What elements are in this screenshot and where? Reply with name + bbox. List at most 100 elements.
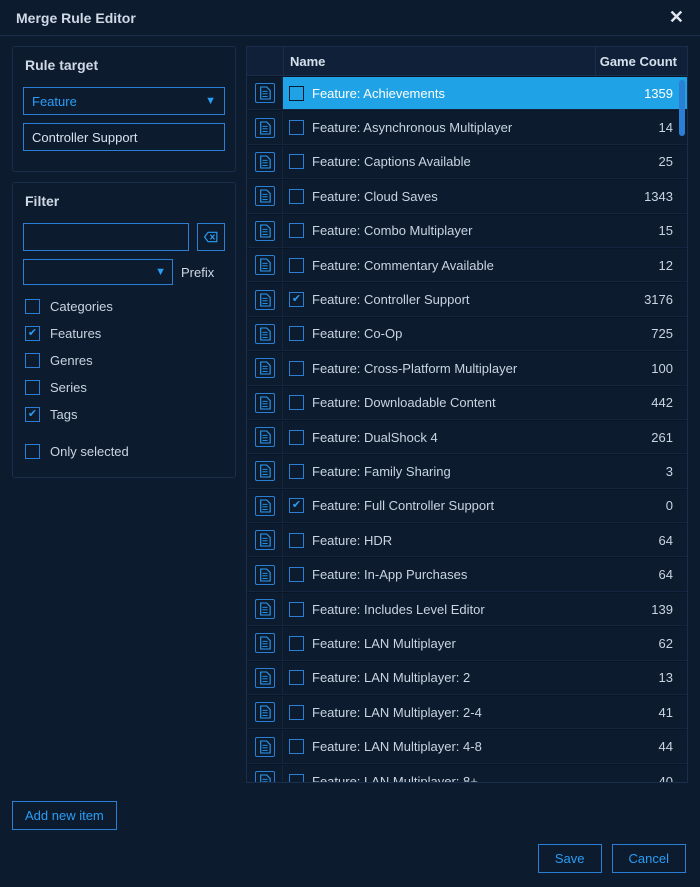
row-edit-button[interactable] — [255, 633, 275, 653]
scrollbar[interactable] — [679, 78, 685, 783]
column-header-count[interactable]: Game Count — [595, 47, 687, 75]
row-checkbox[interactable] — [289, 636, 304, 651]
row-checkbox[interactable] — [289, 326, 304, 341]
row-checkbox[interactable] — [289, 602, 304, 617]
page-icon — [259, 499, 271, 513]
table-row[interactable]: Feature: Combo Multiplayer15 — [247, 214, 687, 248]
row-name: Feature: LAN Multiplayer: 4-8 — [304, 739, 595, 754]
page-icon — [259, 224, 271, 238]
titlebar: Merge Rule Editor ✕ — [0, 0, 700, 36]
row-name: Feature: Commentary Available — [304, 258, 595, 273]
table-row[interactable]: Feature: Cloud Saves1343 — [247, 179, 687, 213]
column-header-name[interactable]: Name — [283, 47, 595, 75]
table-row[interactable]: Feature: Achievements1359 — [247, 76, 687, 110]
checkbox-icon — [25, 407, 40, 422]
row-checkbox[interactable] — [289, 189, 304, 204]
row-checkbox[interactable] — [289, 120, 304, 135]
row-checkbox[interactable] — [289, 533, 304, 548]
table-row[interactable]: Feature: LAN Multiplayer: 213 — [247, 661, 687, 695]
filter-check-genres[interactable]: Genres — [13, 347, 235, 374]
row-edit-button[interactable] — [255, 737, 275, 757]
row-checkbox[interactable] — [289, 705, 304, 720]
page-icon — [259, 189, 271, 203]
row-edit-button[interactable] — [255, 565, 275, 585]
row-edit-button[interactable] — [255, 530, 275, 550]
table-row[interactable]: Feature: LAN Multiplayer: 2-441 — [247, 695, 687, 729]
table-row[interactable]: Feature: Includes Level Editor139 — [247, 592, 687, 626]
table-row[interactable]: Feature: Downloadable Content442 — [247, 386, 687, 420]
row-count: 100 — [595, 361, 687, 376]
row-checkbox[interactable] — [289, 395, 304, 410]
filter-check-categories[interactable]: Categories — [13, 293, 235, 320]
row-edit-button[interactable] — [255, 83, 275, 103]
row-count: 14 — [595, 120, 687, 135]
page-icon — [259, 636, 271, 650]
scrollbar-thumb[interactable] — [679, 80, 685, 136]
row-checkbox[interactable] — [289, 86, 304, 101]
row-checkbox[interactable] — [289, 223, 304, 238]
filter-check-series[interactable]: Series — [13, 374, 235, 401]
table-row[interactable]: Feature: Captions Available25 — [247, 145, 687, 179]
row-edit-button[interactable] — [255, 427, 275, 447]
table-row[interactable]: Feature: Controller Support3176 — [247, 282, 687, 316]
table-row[interactable]: Feature: DualShock 4261 — [247, 420, 687, 454]
row-edit-button[interactable] — [255, 358, 275, 378]
table-row[interactable]: Feature: Family Sharing3 — [247, 454, 687, 488]
table-row[interactable]: Feature: Cross-Platform Multiplayer100 — [247, 351, 687, 385]
row-checkbox[interactable] — [289, 361, 304, 376]
row-checkbox[interactable] — [289, 464, 304, 479]
table-body[interactable]: Feature: Achievements1359Feature: Asynch… — [246, 76, 688, 783]
table-row[interactable]: Feature: Commentary Available12 — [247, 248, 687, 282]
filter-prefix-select[interactable]: ▼ — [23, 259, 173, 285]
row-edit-button[interactable] — [255, 221, 275, 241]
filter-check-tags[interactable]: Tags — [13, 401, 235, 428]
close-icon[interactable]: ✕ — [665, 5, 688, 30]
row-checkbox[interactable] — [289, 567, 304, 582]
clear-filter-button[interactable] — [197, 223, 225, 251]
table-row[interactable]: Feature: HDR64 — [247, 523, 687, 557]
row-edit-button[interactable] — [255, 702, 275, 722]
add-new-item-button[interactable]: Add new item — [12, 801, 117, 830]
table-row[interactable]: Feature: Full Controller Support0 — [247, 489, 687, 523]
page-icon — [259, 86, 271, 100]
row-checkbox[interactable] — [289, 774, 304, 784]
row-edit-button[interactable] — [255, 668, 275, 688]
cancel-button[interactable]: Cancel — [612, 844, 686, 873]
row-checkbox[interactable] — [289, 292, 304, 307]
row-edit-button[interactable] — [255, 771, 275, 783]
row-edit-button[interactable] — [255, 255, 275, 275]
row-name: Feature: In-App Purchases — [304, 567, 595, 582]
table-row[interactable]: Feature: LAN Multiplayer: 8+40 — [247, 764, 687, 783]
row-edit-button[interactable] — [255, 152, 275, 172]
row-edit-button[interactable] — [255, 290, 275, 310]
row-checkbox[interactable] — [289, 258, 304, 273]
row-edit-button[interactable] — [255, 461, 275, 481]
rule-target-value-input[interactable]: Controller Support — [23, 123, 225, 151]
row-edit-button[interactable] — [255, 599, 275, 619]
row-checkbox[interactable] — [289, 498, 304, 513]
row-edit-button[interactable] — [255, 324, 275, 344]
row-checkbox[interactable] — [289, 154, 304, 169]
save-button[interactable]: Save — [538, 844, 602, 873]
rule-target-type-select[interactable]: Feature ▼ — [23, 87, 225, 115]
row-checkbox[interactable] — [289, 670, 304, 685]
row-edit-button[interactable] — [255, 496, 275, 516]
table-row[interactable]: Feature: LAN Multiplayer: 4-844 — [247, 729, 687, 763]
right-panel: Name Game Count Feature: Achievements135… — [246, 46, 688, 783]
filter-search-input[interactable] — [23, 223, 189, 251]
row-edit-button[interactable] — [255, 118, 275, 138]
table-row[interactable]: Feature: Asynchronous Multiplayer14 — [247, 110, 687, 144]
table-row[interactable]: Feature: LAN Multiplayer62 — [247, 626, 687, 660]
checkbox-icon — [25, 353, 40, 368]
page-icon — [259, 705, 271, 719]
row-checkbox[interactable] — [289, 739, 304, 754]
table-row[interactable]: Feature: Co-Op725 — [247, 317, 687, 351]
row-count: 64 — [595, 567, 687, 582]
page-icon — [259, 293, 271, 307]
filter-check-features[interactable]: Features — [13, 320, 235, 347]
row-edit-button[interactable] — [255, 186, 275, 206]
row-checkbox[interactable] — [289, 430, 304, 445]
only-selected-checkbox[interactable]: Only selected — [13, 438, 235, 465]
table-row[interactable]: Feature: In-App Purchases64 — [247, 557, 687, 591]
row-edit-button[interactable] — [255, 393, 275, 413]
